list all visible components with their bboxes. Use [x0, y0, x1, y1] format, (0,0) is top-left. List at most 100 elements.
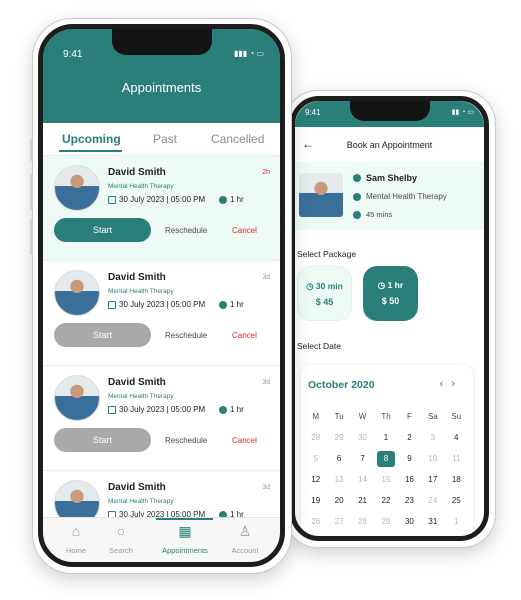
- doctor-specialty: Mental Health Therapy: [108, 183, 174, 190]
- calendar-day[interactable]: 25: [445, 493, 468, 509]
- package-duration: 30 min: [315, 281, 343, 291]
- start-button[interactable]: Start: [54, 428, 151, 452]
- tab-upcoming[interactable]: Upcoming: [62, 132, 121, 146]
- calendar-day[interactable]: 29: [327, 430, 350, 446]
- battery-icon: ▮▮▮ ◔ ▭: [233, 49, 264, 58]
- doctor-specialty: Mental Health Therapy: [108, 288, 174, 295]
- package-30-min[interactable]: ◷ 30 min $ 45: [297, 266, 352, 321]
- weekday-label: Sa: [427, 412, 438, 421]
- next-month-icon[interactable]: ›: [451, 378, 463, 390]
- calendar-day[interactable]: 24: [421, 493, 444, 509]
- calendar-day[interactable]: 16: [398, 472, 421, 488]
- calendar-day[interactable]: 31: [421, 514, 444, 530]
- weekday-label: F: [406, 412, 412, 421]
- nav-search[interactable]: ○ Search: [96, 522, 146, 558]
- reschedule-link[interactable]: Reschedule: [165, 331, 207, 340]
- clock-icon: [353, 210, 361, 219]
- weekday-label: W: [358, 412, 367, 421]
- calendar-day[interactable]: 27: [327, 514, 350, 530]
- doctor-photo: [299, 173, 343, 217]
- weekday-label: M: [312, 412, 320, 421]
- weekday-label: Su: [451, 412, 462, 421]
- calendar-day[interactable]: 23: [398, 493, 421, 509]
- active-tab-indicator: [59, 150, 122, 152]
- calendar-day[interactable]: 30: [398, 514, 421, 530]
- nav-home[interactable]: ⌂ Home: [51, 522, 101, 558]
- calendar-day[interactable]: 9: [398, 451, 421, 467]
- calendar-day[interactable]: 22: [374, 493, 397, 509]
- calendar-day[interactable]: 1: [445, 514, 468, 530]
- calendar-day[interactable]: 11: [445, 451, 468, 467]
- tab-cancelled[interactable]: Cancelled: [211, 132, 264, 146]
- booking-screen: 9:41 ▮▮ ◔ ▭ ← Book an Appointment Sam Sh…: [295, 101, 484, 536]
- cancel-link[interactable]: Cancel: [232, 436, 257, 445]
- tab-past[interactable]: Past: [153, 132, 177, 146]
- appointment-card[interactable]: David Smith Mental Health Therapy 30 Jul…: [43, 365, 280, 470]
- doctor-name: David Smith: [108, 167, 166, 178]
- appointment-card[interactable]: David Smith Mental Health Therapy 30 Jul…: [43, 260, 280, 365]
- time-remaining: 2h: [262, 169, 270, 176]
- doctor-specialty: Mental Health Therapy: [108, 393, 174, 400]
- prev-month-icon[interactable]: ‹: [440, 378, 452, 390]
- calendar-day[interactable]: 10: [421, 451, 444, 467]
- calendar-month: October 2020: [308, 379, 375, 391]
- start-button[interactable]: Start: [54, 218, 151, 242]
- home-icon: ⌂: [71, 523, 81, 539]
- reschedule-link[interactable]: Reschedule: [165, 436, 207, 445]
- calendar-day[interactable]: 26: [304, 514, 327, 530]
- calendar-day[interactable]: 1: [374, 430, 397, 446]
- package-duration: 1 hr: [387, 280, 404, 290]
- calendar-day[interactable]: 13: [327, 472, 350, 488]
- appointment-date: 30 July 2023 | 05:00 PM: [108, 405, 205, 414]
- calendar-day[interactable]: 8: [377, 451, 395, 467]
- calendar-day[interactable]: 17: [421, 472, 444, 488]
- search-icon: ○: [116, 523, 126, 539]
- calendar-day[interactable]: 14: [351, 472, 374, 488]
- calendar-day[interactable]: 2: [398, 430, 421, 446]
- calendar-day[interactable]: 7: [351, 451, 374, 467]
- doctor-name: Sam Shelby: [366, 173, 418, 183]
- package-price: $ 50: [381, 296, 400, 306]
- start-button[interactable]: Start: [54, 323, 151, 347]
- package-price: $ 45: [315, 297, 334, 307]
- calendar-day[interactable]: 19: [304, 493, 327, 509]
- phone-notch: [112, 29, 212, 55]
- calendar-day[interactable]: 6: [327, 451, 350, 467]
- calendar-day[interactable]: 21: [351, 493, 374, 509]
- appointment-card[interactable]: David Smith Mental Health Therapy 30 Jul…: [43, 155, 280, 260]
- calendar-day[interactable]: 18: [445, 472, 468, 488]
- calendar-day[interactable]: 5: [304, 451, 327, 467]
- doctor-name: David Smith: [108, 272, 166, 283]
- cancel-link[interactable]: Cancel: [232, 226, 257, 235]
- package-1-hr[interactable]: ◷ 1 hr $ 50: [363, 266, 418, 321]
- bottom-navigation: ⌂ Home ○ Search ▦ Appointments ♙ Account: [43, 517, 280, 562]
- calendar-icon: [108, 300, 116, 309]
- calendar-day[interactable]: 20: [327, 493, 350, 509]
- phone-notch: [350, 101, 430, 121]
- weekday-label: Th: [381, 412, 391, 421]
- phone-side-button: [30, 219, 33, 255]
- calendar-icon: [108, 405, 116, 414]
- nav-account[interactable]: ♙ Account: [220, 522, 270, 558]
- calendar-day[interactable]: 30: [351, 430, 374, 446]
- calendar-day[interactable]: 3: [421, 430, 444, 446]
- cancel-link[interactable]: Cancel: [232, 331, 257, 340]
- reschedule-link[interactable]: Reschedule: [165, 226, 207, 235]
- clock-icon: ◷: [377, 280, 386, 290]
- doctor-name: David Smith: [108, 377, 166, 388]
- weekday-label: Tu: [334, 412, 344, 421]
- doctor-specialty: Mental Health Therapy: [366, 192, 447, 201]
- calendar-day[interactable]: 4: [445, 430, 468, 446]
- nav-appointments[interactable]: ▦ Appointments: [154, 522, 216, 558]
- appointments-screen: 9:41 ▮▮▮ ◔ ▭ Appointments Upcoming Past …: [43, 29, 280, 562]
- appointments-phone: 9:41 ▮▮▮ ◔ ▭ Appointments Upcoming Past …: [30, 18, 292, 574]
- calendar-day[interactable]: 28: [304, 430, 327, 446]
- calendar-day[interactable]: 29: [374, 514, 397, 530]
- calendar-day[interactable]: 15: [374, 472, 397, 488]
- calendar-day[interactable]: 12: [304, 472, 327, 488]
- status-time: 9:41: [305, 108, 321, 117]
- doctor-specialty: Mental Health Therapy: [108, 498, 174, 505]
- avatar: [54, 375, 100, 421]
- calendar-day[interactable]: 28: [351, 514, 374, 530]
- select-date-heading: Select Date: [297, 341, 341, 351]
